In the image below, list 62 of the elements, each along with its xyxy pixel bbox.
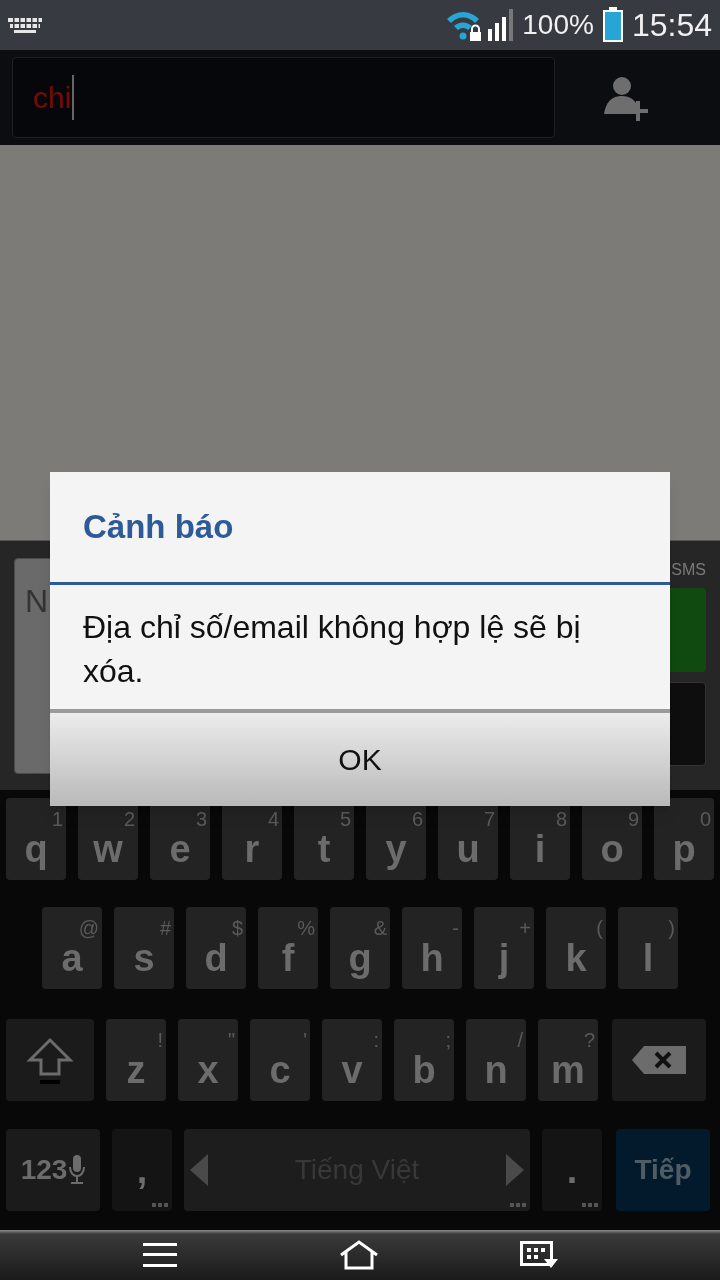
- key[interactable]: l ): [618, 907, 678, 989]
- key-hint: /: [517, 1030, 523, 1050]
- key[interactable]: f %: [258, 907, 318, 989]
- key[interactable]: c ': [250, 1019, 310, 1101]
- left-arrow-icon: [190, 1154, 208, 1186]
- wifi-lock-icon: [446, 9, 483, 41]
- key-hint: ;: [445, 1030, 451, 1050]
- key[interactable]: j +: [474, 907, 534, 989]
- key-hint: %: [297, 918, 315, 938]
- keyboard-icon: [8, 16, 42, 34]
- key[interactable]: a @: [42, 907, 102, 989]
- symbols-key[interactable]: 123: [6, 1129, 100, 1211]
- dialog-message: Địa chỉ số/email không hợp lệ sẽ bị xóa.: [83, 608, 582, 691]
- key[interactable]: d $: [186, 907, 246, 989]
- right-arrow-icon: [506, 1154, 524, 1186]
- sms-label: SMS: [671, 560, 706, 580]
- backspace-key[interactable]: [612, 1019, 706, 1101]
- key-hint: #: [159, 918, 171, 938]
- hide-keyboard-icon[interactable]: [520, 1241, 558, 1269]
- battery-icon: [601, 7, 624, 43]
- key[interactable]: ,: [112, 1129, 172, 1211]
- menu-icon[interactable]: [143, 1243, 177, 1267]
- backspace-icon: [632, 1046, 686, 1074]
- key[interactable]: b ;: [394, 1019, 454, 1101]
- key-hint: @: [78, 918, 99, 938]
- shift-key[interactable]: [6, 1019, 94, 1101]
- next-key[interactable]: Tiếp: [616, 1129, 710, 1211]
- key[interactable]: .: [542, 1129, 602, 1211]
- key-hint: ": [227, 1030, 235, 1050]
- key[interactable]: x ": [178, 1019, 238, 1101]
- message-placeholder: N: [25, 583, 49, 619]
- key-hint: ': [303, 1030, 307, 1050]
- key-hint: :: [373, 1030, 379, 1050]
- key[interactable]: m ?: [538, 1019, 598, 1101]
- key[interactable]: n /: [466, 1019, 526, 1101]
- key-hint: &: [373, 918, 387, 938]
- key-hint: -: [452, 918, 459, 938]
- dialog-title: Cảnh báo: [83, 507, 234, 548]
- key-hint: +: [519, 918, 531, 938]
- battery-percent: 100%: [522, 8, 594, 42]
- key-hint: ?: [583, 1030, 595, 1050]
- more-dots-icon: [582, 1203, 598, 1207]
- shift-icon: [26, 1036, 74, 1084]
- key[interactable]: g &: [330, 907, 390, 989]
- microphone-icon: [69, 1155, 86, 1185]
- more-dots-icon: [152, 1203, 168, 1207]
- key-label: 123: [20, 1153, 68, 1187]
- more-dots-icon: [510, 1203, 526, 1207]
- key-hint: ): [668, 918, 675, 938]
- key-hint: !: [157, 1030, 163, 1050]
- key[interactable]: k (: [546, 907, 606, 989]
- key[interactable]: s #: [114, 907, 174, 989]
- key[interactable]: z !: [106, 1019, 166, 1101]
- key[interactable]: h -: [402, 907, 462, 989]
- signal-icon: [488, 9, 515, 41]
- clock-time: 15:54: [631, 6, 712, 45]
- recipient-field[interactable]: chi: [12, 57, 555, 138]
- key[interactable]: v :: [322, 1019, 382, 1101]
- key-hint: (: [596, 918, 603, 938]
- key-hint: $: [231, 918, 243, 938]
- ok-button[interactable]: OK: [50, 713, 670, 806]
- home-icon[interactable]: [339, 1240, 379, 1270]
